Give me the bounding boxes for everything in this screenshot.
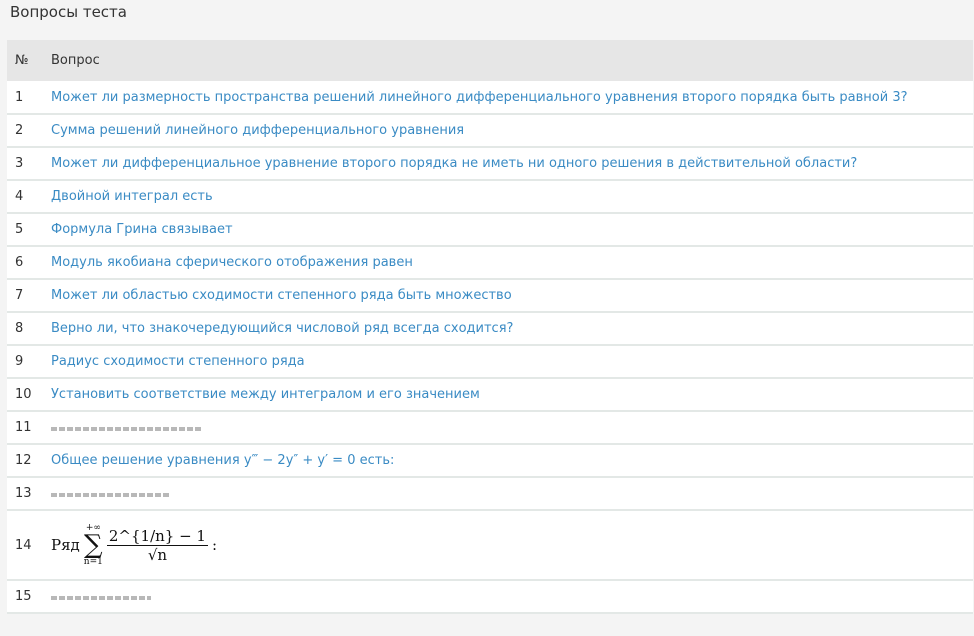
- row-number: 12: [15, 453, 32, 468]
- row-number: 2: [15, 123, 24, 138]
- row-number: 1: [15, 89, 24, 105]
- row-number: 5: [15, 222, 24, 237]
- table-row: 6 Модуль якобиана сферического отображени…: [7, 246, 973, 279]
- question-link[interactable]: Установить соответствие между интегралом…: [51, 387, 480, 402]
- table-row: 7 Может ли областью сходимости степенного…: [7, 279, 973, 312]
- question-formula-image[interactable]: [51, 596, 151, 600]
- row-number: 9: [15, 354, 24, 369]
- page-title: Вопросы теста: [10, 3, 127, 21]
- formula-word: Ряд: [51, 536, 80, 554]
- sum-lower: n=1: [83, 557, 103, 567]
- sum-symbol: +∞ ∑ n=1: [84, 523, 103, 567]
- table-row: 15: [7, 580, 973, 613]
- sigma: ∑: [84, 530, 103, 560]
- question-cell: Радиус сходимости степенного ряда: [43, 345, 973, 378]
- questions-table: № Вопрос 1 Может ли размерность пространс…: [7, 40, 973, 614]
- row-number: 3: [15, 156, 24, 171]
- question-link[interactable]: Может ли областью сходимости степенного …: [51, 288, 512, 303]
- table-header: № Вопрос: [7, 40, 973, 81]
- question-link[interactable]: Формула Грина связывает: [51, 222, 233, 237]
- table-row: 14 Ряд +∞ ∑ n=1 2^{1/n} − 1 √n :: [7, 510, 973, 580]
- formula-tail: :: [211, 536, 218, 554]
- table-row: 10 Установить соответствие между интеграл…: [7, 378, 973, 411]
- question-formula-image[interactable]: Ряд +∞ ∑ n=1 2^{1/n} − 1 √n :: [51, 523, 965, 567]
- table-row: 8 Верно ли, что знакочередующийся числово…: [7, 312, 973, 345]
- question-cell: Верно ли, что знакочередующийся числовой…: [43, 312, 973, 345]
- table-row: 1 Может ли размерность пространства решен…: [7, 81, 973, 114]
- denominator: √n: [147, 545, 168, 564]
- header-num: №: [15, 53, 29, 68]
- question-cell: [43, 411, 973, 444]
- table-row: 11: [7, 411, 973, 444]
- header-question: Вопрос: [51, 53, 100, 68]
- table-row: 9 Радиус сходимости степенного ряда: [7, 345, 973, 378]
- row-number: 11: [15, 420, 32, 435]
- question-cell: [43, 580, 973, 613]
- question-cell: Ряд +∞ ∑ n=1 2^{1/n} − 1 √n :: [43, 510, 973, 580]
- question-link[interactable]: Сумма решений линейного дифференциальног…: [51, 123, 464, 138]
- row-number: 13: [15, 486, 32, 501]
- question-cell: Двойной интеграл есть: [43, 180, 973, 213]
- question-cell: Сумма решений линейного дифференциальног…: [43, 114, 973, 147]
- row-number: 8: [15, 321, 24, 336]
- question-link[interactable]: Модуль якобиана сферического отображения…: [51, 255, 413, 270]
- row-number: 7: [15, 288, 24, 303]
- question-link[interactable]: Может ли размерность пространства решени…: [51, 90, 908, 105]
- numerator: 2^{1/n} − 1: [106, 526, 208, 546]
- table-row: 12 Общее решение уравнения y‴ − 2y″ + y′ …: [7, 444, 973, 477]
- fraction: 2^{1/n} − 1 √n: [106, 526, 208, 564]
- row-number: 10: [15, 387, 32, 402]
- question-cell: [43, 477, 973, 510]
- question-cell: Формула Грина связывает: [43, 213, 973, 246]
- table-row: 3 Может ли дифференциальное уравнение вто…: [7, 147, 973, 180]
- question-cell: Может ли размерность пространства решени…: [43, 81, 973, 114]
- row-number: 4: [15, 189, 24, 204]
- row-number: 14: [15, 537, 32, 553]
- table-row: 5 Формула Грина связывает: [7, 213, 973, 246]
- question-formula-image[interactable]: [51, 493, 171, 497]
- question-formula-image[interactable]: [51, 427, 201, 431]
- question-link[interactable]: Общее решение уравнения y‴ − 2y″ + y′ = …: [51, 453, 394, 468]
- question-cell: Модуль якобиана сферического отображения…: [43, 246, 973, 279]
- table-row: 4 Двойной интеграл есть: [7, 180, 973, 213]
- table-row: 2 Сумма решений линейного дифференциально…: [7, 114, 973, 147]
- question-cell: Установить соответствие между интегралом…: [43, 378, 973, 411]
- question-link[interactable]: Радиус сходимости степенного ряда: [51, 354, 305, 369]
- row-number: 6: [15, 255, 24, 270]
- question-cell: Общее решение уравнения y‴ − 2y″ + y′ = …: [43, 444, 973, 477]
- question-link[interactable]: Может ли дифференциальное уравнение втор…: [51, 156, 857, 171]
- question-link[interactable]: Верно ли, что знакочередующийся числовой…: [51, 321, 513, 336]
- question-cell: Может ли дифференциальное уравнение втор…: [43, 147, 973, 180]
- question-link[interactable]: Двойной интеграл есть: [51, 189, 213, 204]
- question-cell: Может ли областью сходимости степенного …: [43, 279, 973, 312]
- table-row: 13: [7, 477, 973, 510]
- row-number: 15: [15, 589, 32, 604]
